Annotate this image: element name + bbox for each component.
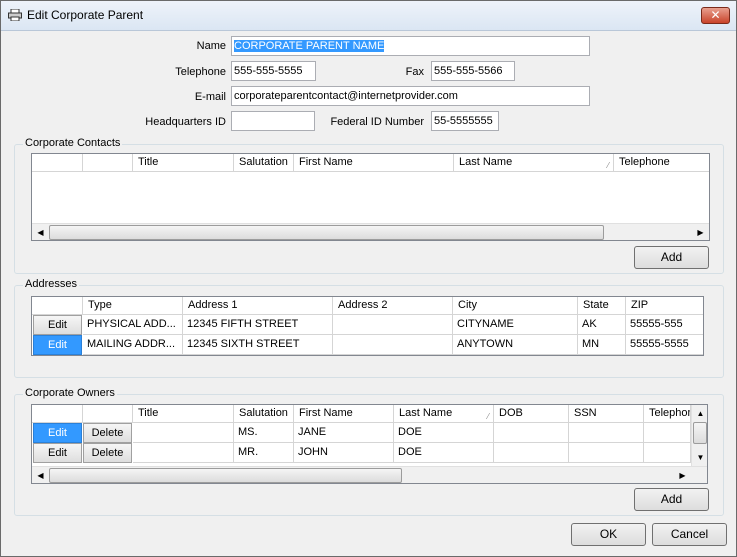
- email-field[interactable]: corporateparentcontact@internetprovider.…: [231, 86, 590, 106]
- federal-id-field[interactable]: 55-5555555: [431, 111, 499, 131]
- sort-indicator-icon: ⁄: [607, 161, 609, 170]
- last-name-cell[interactable]: DOE: [394, 423, 494, 443]
- contacts-grid: Title Salutation First Name Last Name ⁄ T…: [31, 153, 710, 241]
- state-cell[interactable]: AK: [578, 315, 626, 335]
- owner-edit-button[interactable]: Edit: [33, 423, 82, 443]
- telephone-cell[interactable]: [644, 423, 691, 443]
- scroll-thumb[interactable]: [49, 225, 604, 240]
- column-header-type[interactable]: Type: [83, 297, 183, 315]
- owner-edit-button[interactable]: Edit: [33, 443, 82, 463]
- column-header-title[interactable]: Title: [133, 154, 234, 172]
- name-label: Name: [196, 40, 226, 52]
- address-edit-button[interactable]: Edit: [33, 315, 82, 335]
- dob-cell[interactable]: [494, 423, 569, 443]
- addresses-title: Addresses: [23, 278, 79, 290]
- address-edit-button[interactable]: Edit: [33, 335, 82, 355]
- contacts-add-button[interactable]: Add: [634, 246, 709, 269]
- close-button[interactable]: ✕: [701, 7, 730, 24]
- title-cell[interactable]: [133, 443, 234, 463]
- corporate-owners-title: Corporate Owners: [23, 387, 117, 399]
- owner-delete-button[interactable]: Delete: [83, 443, 132, 463]
- edit-corporate-parent-dialog: Edit Corporate Parent ✕ Name CORPORATE P…: [0, 0, 737, 557]
- column-header-telephone[interactable]: Telephon: [644, 405, 691, 423]
- header-cell: [32, 297, 83, 315]
- header-cell: [32, 405, 83, 423]
- state-cell[interactable]: MN: [578, 335, 626, 355]
- column-header-address-2[interactable]: Address 2: [333, 297, 453, 315]
- column-header-salutation[interactable]: Salutation: [234, 154, 294, 172]
- address-1-cell[interactable]: 12345 FIFTH STREET: [183, 315, 333, 335]
- address-1-cell[interactable]: 12345 SIXTH STREET: [183, 335, 333, 355]
- first-name-cell[interactable]: JOHN: [294, 443, 394, 463]
- salutation-cell[interactable]: MR.: [234, 443, 294, 463]
- owners-grid: Title Salutation First Name Last Name ⁄ D…: [31, 404, 708, 484]
- ssn-cell[interactable]: [569, 443, 644, 463]
- owner-delete-button[interactable]: Delete: [83, 423, 132, 443]
- headquarters-id-field[interactable]: [231, 111, 315, 131]
- column-header-address-1[interactable]: Address 1: [183, 297, 333, 315]
- header-cell: [32, 154, 83, 172]
- printer-icon: [8, 9, 22, 21]
- email-label: E-mail: [194, 91, 226, 103]
- name-field[interactable]: CORPORATE PARENT NAME: [231, 36, 590, 56]
- column-header-zip[interactable]: ZIP: [626, 297, 703, 315]
- column-header-city[interactable]: City: [453, 297, 578, 315]
- header-cell: [83, 154, 133, 172]
- fax-field[interactable]: 555-555-5566: [431, 61, 515, 81]
- scroll-right-icon[interactable]: ▶: [674, 467, 691, 483]
- address-type-cell[interactable]: PHYSICAL ADD...: [83, 315, 183, 335]
- address-type-cell[interactable]: MAILING ADDR...: [83, 335, 183, 355]
- telephone-cell[interactable]: [644, 443, 691, 463]
- column-header-first-name[interactable]: First Name: [294, 405, 394, 423]
- dob-cell[interactable]: [494, 443, 569, 463]
- address-2-cell[interactable]: [333, 315, 453, 335]
- scroll-down-icon[interactable]: ▼: [692, 449, 707, 466]
- address-2-cell[interactable]: [333, 335, 453, 355]
- cancel-button[interactable]: Cancel: [652, 523, 727, 546]
- zip-cell[interactable]: 55555-555: [626, 315, 703, 335]
- column-header-telephone[interactable]: Telephone: [614, 154, 709, 172]
- ssn-cell[interactable]: [569, 423, 644, 443]
- scroll-right-icon[interactable]: ▶: [692, 224, 709, 240]
- column-header-last-name[interactable]: Last Name ⁄: [394, 405, 494, 423]
- scroll-up-icon[interactable]: ▲: [692, 405, 707, 422]
- ok-button[interactable]: OK: [571, 523, 646, 546]
- federal-id-label: Federal ID Number: [330, 116, 424, 128]
- headquarters-id-label: Headquarters ID: [145, 116, 226, 128]
- column-header-ssn[interactable]: SSN: [569, 405, 644, 423]
- title-cell[interactable]: [133, 423, 234, 443]
- last-name-cell[interactable]: DOE: [394, 443, 494, 463]
- column-header-last-name[interactable]: Last Name ⁄: [454, 154, 614, 172]
- telephone-field[interactable]: 555-555-5555: [231, 61, 316, 81]
- scroll-thumb[interactable]: [49, 468, 402, 483]
- zip-cell[interactable]: 55555-5555: [626, 335, 703, 355]
- scroll-left-icon[interactable]: ◀: [32, 467, 49, 483]
- salutation-cell[interactable]: MS.: [234, 423, 294, 443]
- sort-indicator-icon: ⁄: [487, 412, 489, 421]
- owners-vertical-scrollbar[interactable]: ▲ ▼: [691, 405, 707, 466]
- first-name-cell[interactable]: JANE: [294, 423, 394, 443]
- addresses-grid: Type Address 1 Address 2 City State ZIP …: [31, 296, 704, 356]
- scroll-thumb[interactable]: [693, 422, 707, 444]
- column-header-salutation[interactable]: Salutation: [234, 405, 294, 423]
- city-cell[interactable]: CITYNAME: [453, 315, 578, 335]
- contacts-horizontal-scrollbar[interactable]: ◀ ▶: [32, 223, 709, 240]
- title-bar: Edit Corporate Parent ✕: [1, 1, 736, 31]
- column-header-title[interactable]: Title: [133, 405, 234, 423]
- column-header-state[interactable]: State: [578, 297, 626, 315]
- owners-horizontal-scrollbar[interactable]: ◀ ▶: [32, 466, 707, 483]
- window-title: Edit Corporate Parent: [27, 8, 144, 22]
- telephone-label: Telephone: [175, 66, 226, 78]
- corporate-contacts-title: Corporate Contacts: [23, 137, 123, 149]
- header-cell: [83, 405, 133, 423]
- city-cell[interactable]: ANYTOWN: [453, 335, 578, 355]
- scroll-left-icon[interactable]: ◀: [32, 224, 49, 240]
- fax-label: Fax: [405, 66, 424, 78]
- column-header-dob[interactable]: DOB: [494, 405, 569, 423]
- owners-add-button[interactable]: Add: [634, 488, 709, 511]
- column-header-first-name[interactable]: First Name: [294, 154, 454, 172]
